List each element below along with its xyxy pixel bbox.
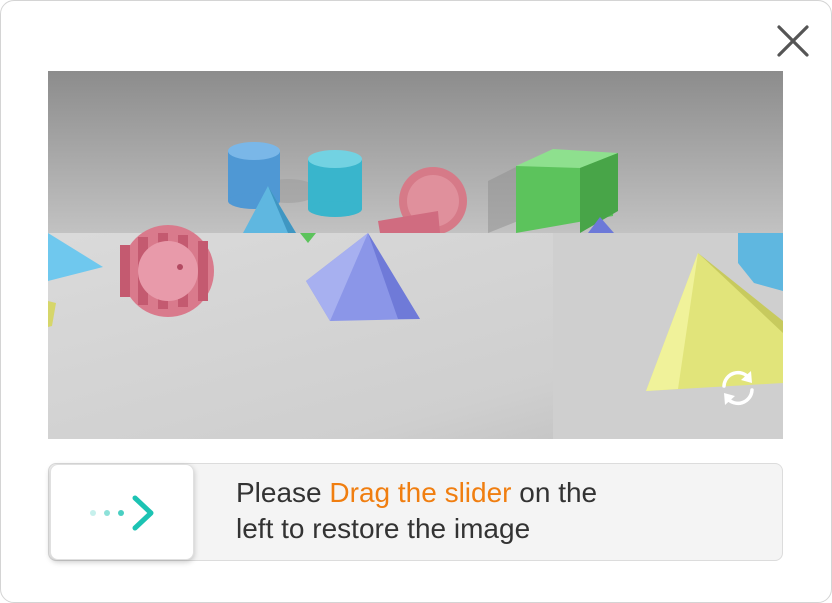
close-icon[interactable] <box>771 19 815 63</box>
captcha-dialog: Please Drag the slider on the left to re… <box>0 0 832 603</box>
hint-prefix: Please <box>236 477 330 508</box>
refresh-icon[interactable] <box>715 365 761 411</box>
instruction-text: Please Drag the slider on the left to re… <box>236 475 706 547</box>
dotted-arrow-right-icon <box>90 495 154 531</box>
slider-handle[interactable] <box>50 464 194 560</box>
puzzle-image <box>48 71 783 439</box>
hint-line2: left to restore the image <box>236 513 531 544</box>
hint-highlight: Drag the slider <box>329 477 512 508</box>
hint-line1-suffix: on the <box>511 477 598 508</box>
